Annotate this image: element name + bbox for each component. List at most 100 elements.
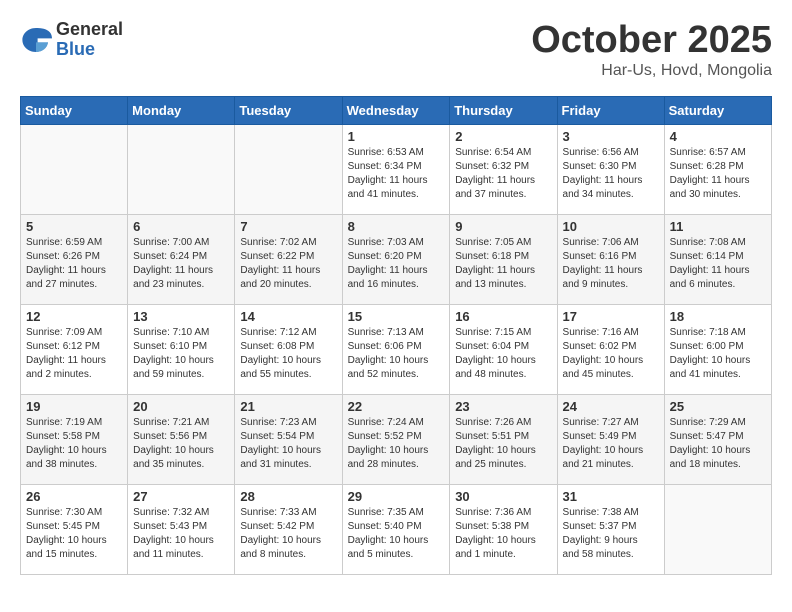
calendar-cell <box>21 124 128 214</box>
day-number: 25 <box>670 399 766 414</box>
day-info: Sunrise: 7:16 AM Sunset: 6:02 PM Dayligh… <box>563 326 659 382</box>
calendar-cell <box>664 484 771 574</box>
calendar-cell: 15 Sunrise: 7:13 AM Sunset: 6:06 PM Dayli… <box>342 304 450 394</box>
day-number: 23 <box>455 399 551 414</box>
day-info: Sunrise: 7:19 AM Sunset: 5:58 PM Dayligh… <box>26 416 122 472</box>
logo-icon <box>20 24 52 56</box>
calendar-cell: 21Sunrise: 7:23 AM Sunset: 5:54 PM Dayli… <box>235 394 342 484</box>
location: Har-Us, Hovd, Mongolia <box>531 62 772 80</box>
day-info: Sunrise: 6:59 AM Sunset: 6:26 PM Dayligh… <box>26 236 122 292</box>
day-info: Sunrise: 7:02 AM Sunset: 6:22 PM Dayligh… <box>240 236 336 292</box>
calendar-cell: 24Sunrise: 7:27 AM Sunset: 5:49 PM Dayli… <box>557 394 664 484</box>
calendar-cell: 27 Sunrise: 7:32 AM Sunset: 5:43 PM Dayli… <box>128 484 235 574</box>
day-info: Sunrise: 6:56 AM Sunset: 6:30 PM Dayligh… <box>563 146 659 202</box>
calendar-cell <box>235 124 342 214</box>
day-info: Sunrise: 7:29 AM Sunset: 5:47 PM Dayligh… <box>670 416 766 472</box>
day-number: 12 <box>26 309 122 324</box>
title-block: October 2025 Har-Us, Hovd, Mongolia <box>531 20 772 80</box>
logo: General Blue <box>20 20 123 60</box>
week-row-4: 19 Sunrise: 7:19 AM Sunset: 5:58 PM Dayli… <box>21 394 772 484</box>
day-number: 27 <box>133 489 229 504</box>
calendar-cell: 11 Sunrise: 7:08 AM Sunset: 6:14 PM Dayli… <box>664 214 771 304</box>
week-row-5: 26Sunrise: 7:30 AM Sunset: 5:45 PM Dayli… <box>21 484 772 574</box>
calendar-cell: 22 Sunrise: 7:24 AM Sunset: 5:52 PM Dayli… <box>342 394 450 484</box>
day-number: 15 <box>348 309 445 324</box>
day-info: Sunrise: 7:38 AM Sunset: 5:37 PM Dayligh… <box>563 506 659 562</box>
page-header: General Blue October 2025 Har-Us, Hovd, … <box>20 20 772 80</box>
calendar-cell: 23 Sunrise: 7:26 AM Sunset: 5:51 PM Dayli… <box>450 394 557 484</box>
day-info: Sunrise: 7:35 AM Sunset: 5:40 PM Dayligh… <box>348 506 445 562</box>
day-info: Sunrise: 7:26 AM Sunset: 5:51 PM Dayligh… <box>455 416 551 472</box>
calendar-cell: 2Sunrise: 6:54 AM Sunset: 6:32 PM Daylig… <box>450 124 557 214</box>
calendar-cell: 13 Sunrise: 7:10 AM Sunset: 6:10 PM Dayli… <box>128 304 235 394</box>
calendar-cell: 29 Sunrise: 7:35 AM Sunset: 5:40 PM Dayli… <box>342 484 450 574</box>
calendar-cell: 19 Sunrise: 7:19 AM Sunset: 5:58 PM Dayli… <box>21 394 128 484</box>
logo-text: General Blue <box>56 20 123 60</box>
day-number: 2 <box>455 129 551 144</box>
day-number: 26 <box>26 489 122 504</box>
calendar-cell: 16 Sunrise: 7:15 AM Sunset: 6:04 PM Dayli… <box>450 304 557 394</box>
week-row-3: 12Sunrise: 7:09 AM Sunset: 6:12 PM Dayli… <box>21 304 772 394</box>
calendar-cell: 25 Sunrise: 7:29 AM Sunset: 5:47 PM Dayli… <box>664 394 771 484</box>
month-title: October 2025 <box>531 20 772 62</box>
day-info: Sunrise: 6:57 AM Sunset: 6:28 PM Dayligh… <box>670 146 766 202</box>
day-number: 29 <box>348 489 445 504</box>
day-number: 8 <box>348 219 445 234</box>
calendar-cell: 18Sunrise: 7:18 AM Sunset: 6:00 PM Dayli… <box>664 304 771 394</box>
calendar-cell: 31 Sunrise: 7:38 AM Sunset: 5:37 PM Dayli… <box>557 484 664 574</box>
day-info: Sunrise: 7:06 AM Sunset: 6:16 PM Dayligh… <box>563 236 659 292</box>
calendar-cell: 1Sunrise: 6:53 AM Sunset: 6:34 PM Daylig… <box>342 124 450 214</box>
day-info: Sunrise: 7:27 AM Sunset: 5:49 PM Dayligh… <box>563 416 659 472</box>
weekday-header-wednesday: Wednesday <box>342 96 450 124</box>
day-info: Sunrise: 7:12 AM Sunset: 6:08 PM Dayligh… <box>240 326 336 382</box>
day-info: Sunrise: 7:08 AM Sunset: 6:14 PM Dayligh… <box>670 236 766 292</box>
day-info: Sunrise: 7:24 AM Sunset: 5:52 PM Dayligh… <box>348 416 445 472</box>
day-number: 30 <box>455 489 551 504</box>
calendar-cell: 9Sunrise: 7:05 AM Sunset: 6:18 PM Daylig… <box>450 214 557 304</box>
day-number: 7 <box>240 219 336 234</box>
day-number: 28 <box>240 489 336 504</box>
day-info: Sunrise: 7:10 AM Sunset: 6:10 PM Dayligh… <box>133 326 229 382</box>
logo-blue: Blue <box>56 40 123 60</box>
day-number: 16 <box>455 309 551 324</box>
day-number: 10 <box>563 219 659 234</box>
day-number: 19 <box>26 399 122 414</box>
day-number: 21 <box>240 399 336 414</box>
day-info: Sunrise: 7:15 AM Sunset: 6:04 PM Dayligh… <box>455 326 551 382</box>
day-info: Sunrise: 7:00 AM Sunset: 6:24 PM Dayligh… <box>133 236 229 292</box>
calendar-cell: 7 Sunrise: 7:02 AM Sunset: 6:22 PM Daylig… <box>235 214 342 304</box>
day-number: 17 <box>563 309 659 324</box>
weekday-header-sunday: Sunday <box>21 96 128 124</box>
day-info: Sunrise: 7:36 AM Sunset: 5:38 PM Dayligh… <box>455 506 551 562</box>
calendar-cell: 8Sunrise: 7:03 AM Sunset: 6:20 PM Daylig… <box>342 214 450 304</box>
day-info: Sunrise: 7:33 AM Sunset: 5:42 PM Dayligh… <box>240 506 336 562</box>
day-number: 1 <box>348 129 445 144</box>
day-info: Sunrise: 7:21 AM Sunset: 5:56 PM Dayligh… <box>133 416 229 472</box>
day-number: 22 <box>348 399 445 414</box>
day-number: 14 <box>240 309 336 324</box>
day-number: 11 <box>670 219 766 234</box>
weekday-header-thursday: Thursday <box>450 96 557 124</box>
logo-general: General <box>56 20 123 40</box>
day-number: 18 <box>670 309 766 324</box>
calendar-cell: 28 Sunrise: 7:33 AM Sunset: 5:42 PM Dayli… <box>235 484 342 574</box>
calendar: SundayMondayTuesdayWednesdayThursdayFrid… <box>20 96 772 575</box>
calendar-cell: 10 Sunrise: 7:06 AM Sunset: 6:16 PM Dayli… <box>557 214 664 304</box>
calendar-cell: 26Sunrise: 7:30 AM Sunset: 5:45 PM Dayli… <box>21 484 128 574</box>
day-number: 31 <box>563 489 659 504</box>
day-number: 6 <box>133 219 229 234</box>
calendar-cell: 4 Sunrise: 6:57 AM Sunset: 6:28 PM Daylig… <box>664 124 771 214</box>
day-info: Sunrise: 7:32 AM Sunset: 5:43 PM Dayligh… <box>133 506 229 562</box>
day-number: 4 <box>670 129 766 144</box>
weekday-header-saturday: Saturday <box>664 96 771 124</box>
calendar-cell: 6 Sunrise: 7:00 AM Sunset: 6:24 PM Daylig… <box>128 214 235 304</box>
calendar-cell: 17 Sunrise: 7:16 AM Sunset: 6:02 PM Dayli… <box>557 304 664 394</box>
calendar-cell <box>128 124 235 214</box>
day-number: 20 <box>133 399 229 414</box>
day-number: 13 <box>133 309 229 324</box>
calendar-cell: 12Sunrise: 7:09 AM Sunset: 6:12 PM Dayli… <box>21 304 128 394</box>
day-info: Sunrise: 7:13 AM Sunset: 6:06 PM Dayligh… <box>348 326 445 382</box>
day-number: 9 <box>455 219 551 234</box>
weekday-header-monday: Monday <box>128 96 235 124</box>
calendar-cell: 3Sunrise: 6:56 AM Sunset: 6:30 PM Daylig… <box>557 124 664 214</box>
